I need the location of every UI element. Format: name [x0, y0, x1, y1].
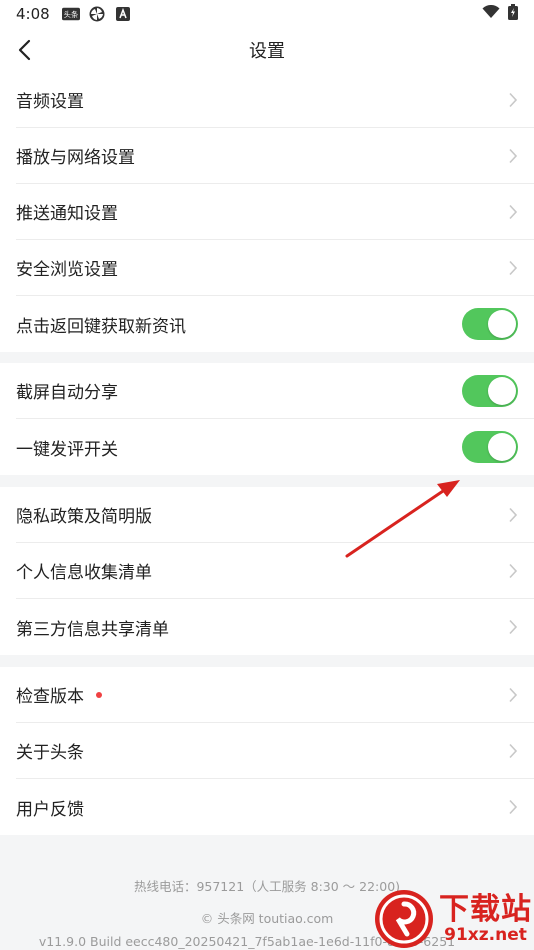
row-playback-network-settings[interactable]: 播放与网络设置: [16, 128, 534, 184]
back-button[interactable]: [10, 36, 38, 64]
row-back-key-refresh: 点击返回键获取新资讯: [16, 296, 534, 352]
row-label: 安全浏览设置: [16, 260, 118, 280]
status-time: 4:08: [16, 5, 50, 23]
row-label: 隐私政策及简明版: [16, 507, 152, 527]
row-one-tap-comment: 一键发评开关: [16, 419, 534, 475]
chevron-right-icon: [509, 687, 518, 702]
nav-bar: 设置: [0, 28, 534, 72]
chevron-right-icon: [509, 563, 518, 578]
back-key-refresh-toggle[interactable]: [462, 308, 518, 340]
font-a-icon: [114, 7, 132, 21]
row-audio-settings[interactable]: 音频设置: [16, 72, 534, 128]
row-push-notification-settings[interactable]: 推送通知设置: [16, 184, 534, 240]
row-safe-browsing-settings[interactable]: 安全浏览设置: [16, 240, 534, 296]
battery-icon: [508, 4, 518, 24]
chevron-right-icon: [509, 204, 518, 219]
chevron-right-icon: [509, 148, 518, 163]
chevron-right-icon: [509, 743, 518, 758]
row-label: 第三方信息共享清单: [16, 619, 169, 640]
row-label: 点击返回键获取新资讯: [16, 316, 186, 337]
one-tap-comment-toggle[interactable]: [462, 431, 518, 463]
chevron-right-icon: [509, 260, 518, 275]
row-about[interactable]: 关于头条: [16, 723, 534, 779]
news-app-badge-text: 头条: [63, 10, 77, 19]
wifi-icon: [482, 4, 500, 23]
status-bar: 4:08 头条: [0, 0, 534, 28]
update-dot: [96, 691, 102, 698]
chevron-right-icon: [509, 507, 518, 522]
row-personal-info-list[interactable]: 个人信息收集清单: [16, 543, 534, 599]
row-label: 推送通知设置: [16, 204, 118, 224]
settings-group-general: 音频设置 播放与网络设置 推送通知设置 安全浏览设置 点击返回键获取新资讯: [0, 72, 534, 352]
chevron-right-icon: [509, 619, 518, 635]
row-screenshot-auto-share: 截屏自动分享: [16, 363, 534, 419]
watermark-en: 91xz.net: [444, 924, 527, 945]
toggle-knob: [488, 433, 516, 461]
toggle-knob: [488, 376, 516, 405]
chevron-right-icon: [509, 92, 518, 107]
settings-group-share: 截屏自动分享 一键发评开关: [0, 363, 534, 475]
row-label: 个人信息收集清单: [16, 563, 152, 583]
news-app-icon: 头条: [61, 7, 80, 21]
chevron-right-icon: [509, 799, 518, 815]
watermark-cn: 下载站: [439, 891, 532, 927]
watermark-logo-icon: [375, 890, 433, 948]
row-label: 关于头条: [16, 743, 84, 763]
watermark: 下载站 91xz.net: [362, 888, 532, 950]
settings-group-privacy: 隐私政策及简明版 个人信息收集清单 第三方信息共享清单: [0, 487, 534, 655]
row-feedback[interactable]: 用户反馈: [16, 779, 534, 835]
row-label: 播放与网络设置: [16, 148, 135, 168]
settings-group-about: 检查版本 关于头条 用户反馈: [0, 667, 534, 835]
row-label: 音频设置: [16, 92, 84, 112]
row-label: 用户反馈: [16, 799, 84, 820]
row-third-party-sharing-list[interactable]: 第三方信息共享清单: [16, 599, 534, 655]
page-title: 设置: [249, 41, 285, 62]
row-label: 截屏自动分享: [16, 383, 118, 403]
row-privacy-policy[interactable]: 隐私政策及简明版: [16, 487, 534, 543]
chevron-left-icon: [18, 39, 31, 61]
pinwheel-icon: [88, 6, 106, 22]
row-label: 一键发评开关: [16, 439, 118, 460]
toggle-knob: [488, 310, 516, 338]
row-check-version[interactable]: 检查版本: [16, 667, 534, 723]
screenshot-auto-share-toggle[interactable]: [462, 374, 518, 407]
row-label: 检查版本: [16, 687, 84, 707]
